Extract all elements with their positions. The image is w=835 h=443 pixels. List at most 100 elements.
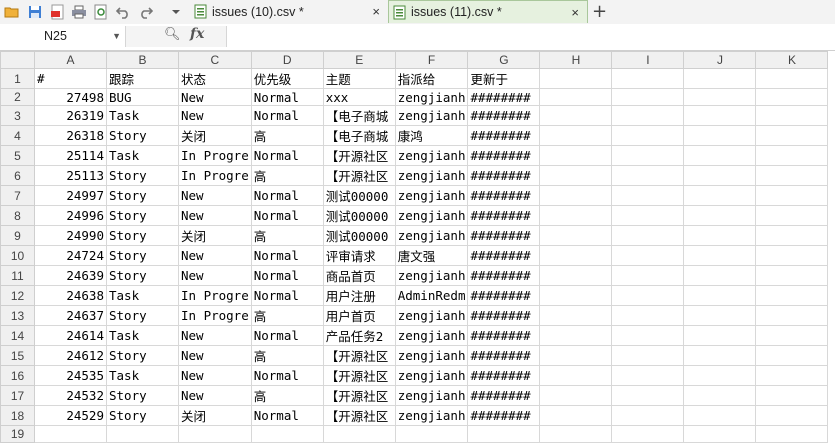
cell[interactable] (611, 185, 685, 206)
cell[interactable]: zengjianh (394, 305, 469, 326)
column-header[interactable]: J (683, 51, 757, 69)
cell[interactable] (611, 245, 685, 266)
cell[interactable] (755, 265, 829, 286)
cell[interactable] (611, 105, 685, 126)
cell[interactable]: zengjianh (394, 185, 469, 206)
column-header[interactable]: A (34, 51, 107, 69)
cell[interactable] (611, 325, 685, 346)
cell[interactable] (539, 225, 613, 246)
row-header[interactable]: 17 (0, 385, 35, 406)
cell[interactable] (755, 225, 829, 246)
pdf-export-icon[interactable] (49, 3, 67, 21)
cell[interactable]: Task (106, 105, 179, 126)
cell[interactable] (755, 245, 829, 266)
cell[interactable]: 状态 (178, 68, 252, 89)
cell[interactable] (611, 385, 685, 406)
column-header[interactable]: F (394, 51, 469, 69)
tab-issues-11[interactable]: issues (11).csv * × (388, 0, 588, 23)
cell[interactable]: 24614 (34, 325, 107, 346)
cell[interactable] (611, 125, 685, 146)
column-header[interactable]: D (250, 51, 324, 69)
save-icon[interactable] (26, 3, 44, 21)
cell[interactable] (539, 245, 613, 266)
row-header[interactable]: 10 (0, 245, 35, 266)
cell[interactable] (755, 125, 829, 146)
cell[interactable]: 【开源社区 (322, 165, 396, 186)
cell[interactable] (683, 88, 757, 106)
cell[interactable]: 24532 (34, 385, 107, 406)
cell[interactable] (683, 165, 757, 186)
cell[interactable]: ######## (467, 365, 541, 386)
cell[interactable]: ######## (467, 345, 541, 366)
cell[interactable]: 24637 (34, 305, 107, 326)
cell[interactable] (539, 385, 613, 406)
folder-open-icon[interactable] (3, 3, 21, 21)
column-header[interactable]: G (467, 51, 541, 69)
cell[interactable] (755, 165, 829, 186)
cell[interactable] (683, 385, 757, 406)
cell[interactable]: Story (106, 185, 179, 206)
cell[interactable]: 24535 (34, 365, 107, 386)
cell[interactable] (611, 225, 685, 246)
cell[interactable] (467, 425, 541, 443)
cell[interactable]: 商品首页 (322, 265, 396, 286)
cell[interactable] (539, 68, 613, 89)
row-header[interactable]: 11 (0, 265, 35, 286)
cell[interactable] (611, 345, 685, 366)
cell[interactable] (683, 325, 757, 346)
cell[interactable]: zengjianh (394, 365, 469, 386)
cell[interactable]: 24724 (34, 245, 107, 266)
cell[interactable]: 24990 (34, 225, 107, 246)
cell[interactable] (611, 305, 685, 326)
cell[interactable]: Story (106, 225, 179, 246)
row-header[interactable]: 5 (0, 145, 35, 166)
cell[interactable]: 高 (250, 165, 324, 186)
cell[interactable]: 高 (250, 305, 324, 326)
cell[interactable]: Story (106, 125, 179, 146)
cell[interactable]: 25114 (34, 145, 107, 166)
cell[interactable] (34, 425, 107, 443)
column-header[interactable]: I (611, 51, 685, 69)
cell[interactable]: 高 (250, 125, 324, 146)
cell[interactable]: In Progre (178, 165, 252, 186)
cell[interactable]: ######## (467, 88, 541, 106)
row-header[interactable]: 4 (0, 125, 35, 146)
cell[interactable]: ######## (467, 125, 541, 146)
cell[interactable] (683, 105, 757, 126)
redo-icon[interactable] (137, 3, 155, 21)
cell[interactable]: zengjianh (394, 88, 469, 106)
cell[interactable]: New (178, 385, 252, 406)
column-header[interactable]: K (755, 51, 829, 69)
cell[interactable]: New (178, 205, 252, 226)
cell[interactable] (755, 185, 829, 206)
row-header[interactable]: 6 (0, 165, 35, 186)
cell[interactable]: 测试00000 (322, 225, 396, 246)
cell[interactable]: zengjianh (394, 385, 469, 406)
cell[interactable]: Story (106, 345, 179, 366)
cell[interactable]: 唐文强 (394, 245, 469, 266)
cell[interactable] (611, 285, 685, 306)
cell[interactable]: ######## (467, 185, 541, 206)
cell[interactable] (539, 145, 613, 166)
cell[interactable] (683, 68, 757, 89)
cell[interactable]: Normal (250, 185, 324, 206)
cell[interactable]: 25113 (34, 165, 107, 186)
cell[interactable]: Task (106, 145, 179, 166)
cell[interactable]: 更新于 (467, 68, 541, 89)
cell[interactable]: zengjianh (394, 265, 469, 286)
cell[interactable]: 【开源社区 (322, 145, 396, 166)
cell[interactable]: 主题 (322, 68, 396, 89)
cell[interactable]: zengjianh (394, 165, 469, 186)
column-header[interactable]: B (106, 51, 179, 69)
cell[interactable]: zengjianh (394, 325, 469, 346)
cell[interactable]: ######## (467, 265, 541, 286)
cell[interactable]: 跟踪 (106, 68, 179, 89)
cell[interactable]: 24612 (34, 345, 107, 366)
cell[interactable] (683, 285, 757, 306)
cell[interactable]: BUG (106, 88, 179, 106)
cell[interactable] (539, 185, 613, 206)
cell[interactable] (539, 325, 613, 346)
row-header[interactable]: 9 (0, 225, 35, 246)
cell[interactable]: 【电子商城 (322, 105, 396, 126)
cell[interactable] (611, 165, 685, 186)
